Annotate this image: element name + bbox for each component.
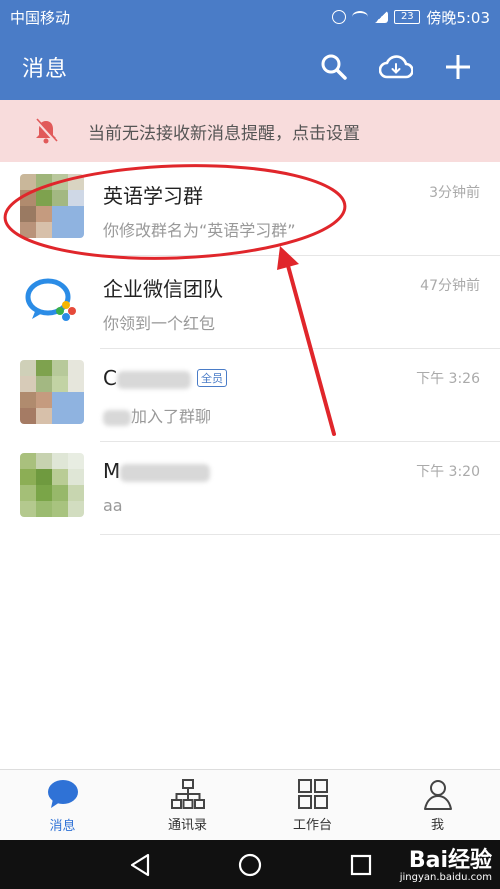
back-button[interactable] — [128, 852, 152, 878]
tab-label: 我 — [430, 817, 444, 833]
conversation-item[interactable]: 企业微信团队 你领到一个红包 47分钟前 — [0, 255, 500, 349]
recents-button[interactable] — [350, 854, 372, 876]
conversation-list: 英语学习群 你修改群名为“英语学习群” 3分钟前 企业微信团队 你领到一个红包 … — [0, 162, 500, 535]
watermark-brand: Bai经验 — [408, 848, 492, 873]
contact-avatar — [20, 453, 84, 517]
home-button[interactable] — [237, 852, 263, 878]
tab-me[interactable]: 我 — [375, 770, 500, 840]
conversation-item[interactable]: M aa 下午 3:20 — [0, 441, 500, 535]
conversation-last-message: 你修改群名为“英语学习群” — [103, 221, 296, 240]
conversation-name: M — [103, 459, 211, 483]
cloud-icon — [379, 55, 413, 79]
org-chart-icon — [170, 778, 205, 809]
grid-icon — [297, 778, 328, 809]
clock: 傍晚5:03 — [426, 8, 490, 27]
tab-label: 消息 — [49, 818, 76, 834]
conversation-last-message: 加入了群聊 — [103, 403, 211, 427]
plus-icon — [446, 55, 470, 79]
wifi-icon — [352, 11, 369, 23]
group-avatar — [20, 174, 84, 238]
tab-label: 通讯录 — [167, 817, 207, 833]
conversation-name: 英语学习群 — [103, 184, 203, 208]
page-title: 消息 — [22, 57, 69, 82]
status-bar: 中国移动 23 傍晚5:03 — [0, 0, 500, 34]
conversation-last-message: aa — [103, 496, 123, 515]
conversation-item[interactable]: C 全员 加入了群聊 下午 3:26 — [0, 348, 500, 442]
conversation-time: 47分钟前 — [420, 278, 480, 294]
redacted-name — [116, 370, 191, 389]
chat-bubble-icon — [47, 779, 78, 808]
redacted-name — [120, 463, 211, 482]
conversation-name: 企业微信团队 — [103, 277, 223, 301]
search-button[interactable] — [314, 47, 354, 87]
bottom-tab-bar: 消息 通讯录 工作台 我 — [0, 769, 500, 840]
redacted-name — [103, 409, 131, 426]
tab-contacts[interactable]: 通讯录 — [125, 770, 250, 840]
bell-muted-icon — [34, 118, 58, 144]
conversation-time: 下午 3:26 — [416, 371, 480, 387]
battery-icon: 23 — [394, 10, 421, 24]
baidu-jingyan-watermark: Bai经验 jingyan.baidu.com — [400, 842, 492, 883]
wecom-logo-icon — [25, 278, 76, 321]
app-bar: 消息 — [0, 34, 500, 100]
tab-messages[interactable]: 消息 — [0, 770, 125, 840]
cloud-disk-button[interactable] — [376, 47, 416, 87]
alarm-icon — [332, 10, 347, 24]
group-avatar — [20, 360, 84, 424]
carrier-label: 中国移动 — [10, 8, 71, 27]
conversation-name: C 全员 — [103, 366, 227, 390]
add-button[interactable] — [438, 47, 478, 87]
signal-icon — [374, 11, 389, 23]
notice-text: 当前无法接收新消息提醒，点击设置 — [88, 123, 360, 144]
conversation-time: 下午 3:20 — [416, 464, 480, 480]
person-icon — [423, 779, 452, 810]
search-icon — [321, 54, 347, 80]
watermark-url: jingyan.baidu.com — [399, 872, 492, 883]
wecom-team-avatar — [20, 267, 84, 331]
conversation-time: 3分钟前 — [429, 185, 480, 201]
conversation-item[interactable]: 英语学习群 你修改群名为“英语学习群” 3分钟前 — [0, 162, 500, 256]
tab-label: 工作台 — [292, 817, 332, 833]
tab-workbench[interactable]: 工作台 — [250, 770, 375, 840]
conversation-last-message: 你领到一个红包 — [103, 314, 216, 333]
all-staff-badge: 全员 — [196, 368, 227, 387]
notification-warning-banner[interactable]: 当前无法接收新消息提醒，点击设置 — [0, 100, 500, 162]
